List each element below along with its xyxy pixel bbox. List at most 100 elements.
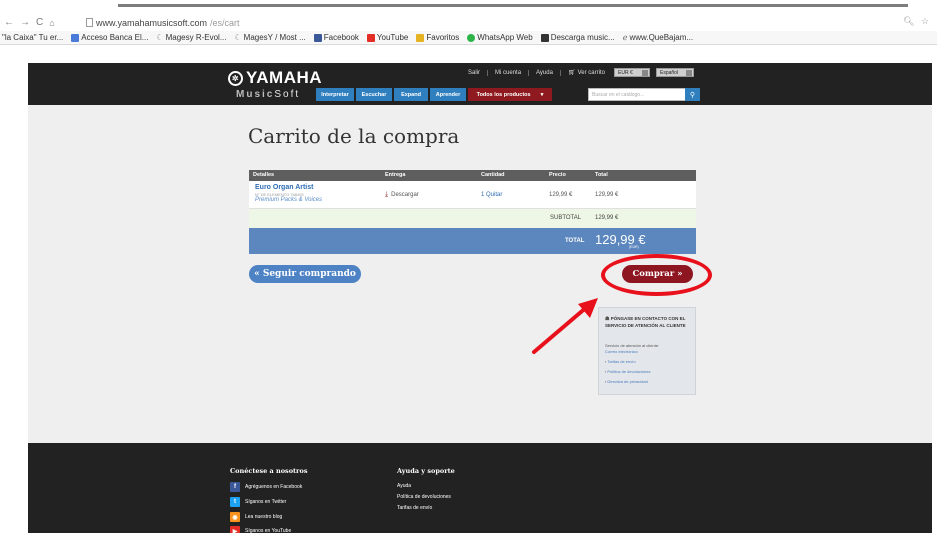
nav-todos-label: Todos los productos — [476, 91, 531, 98]
chevron-down-icon — [686, 70, 692, 76]
star-icon[interactable]: ☆ — [921, 16, 931, 26]
folder-icon — [416, 33, 425, 42]
bank-icon — [71, 33, 80, 42]
total-label: TOTAL — [565, 238, 585, 244]
quantity-remove-link[interactable]: 1 Quitar — [481, 192, 502, 198]
page-icon — [86, 18, 93, 27]
browser-actions: 🔍︎ ☆ — [903, 16, 931, 27]
chevron-down-icon — [642, 70, 648, 76]
nav-aprender[interactable]: Aprender — [430, 88, 466, 101]
bookmark-item[interactable]: Facebook — [313, 33, 359, 42]
bookmark-item[interactable]: ℯ www.QueBajam... — [623, 33, 693, 42]
salir-link[interactable]: Salir — [461, 69, 489, 76]
bookmark-item[interactable]: Descarga music... — [540, 33, 615, 42]
bookmark-label: MagesY / Most ... — [243, 33, 306, 42]
footer-returns-link[interactable]: Política de devoluciones — [397, 494, 451, 500]
magesy-icon: ☾ — [234, 33, 242, 42]
bookmark-item[interactable]: Acceso Banca El... — [71, 33, 148, 42]
bookmark-item[interactable]: Favoritos — [416, 33, 459, 42]
social-twitter[interactable]: t Síganos en Twitter — [230, 497, 286, 507]
url-field[interactable]: www.yamahamusicsoft.com/es/cart — [86, 18, 240, 28]
tab-line — [118, 4, 908, 7]
url-host: www.yamahamusicsoft.com — [96, 17, 208, 28]
nav-expand[interactable]: Expand — [394, 88, 428, 101]
browser-nav: ← → C ⌂ — [0, 17, 86, 28]
item-price: 129,99 € — [549, 192, 573, 198]
bookmark-item[interactable]: "la Caixa" Tu er... — [2, 33, 63, 42]
link-label: Política de devoluciones — [607, 369, 651, 374]
footer-shipping-link[interactable]: Tarifas de envío — [397, 505, 432, 511]
bookmarks-bar: "la Caixa" Tu er... Acceso Banca El... ☾… — [0, 31, 937, 45]
continue-shopping-button[interactable]: « Seguir comprando — [249, 265, 361, 283]
url-path: /es/cart — [210, 17, 240, 28]
bookmark-label: YouTube — [376, 33, 409, 42]
home-icon[interactable]: ⌂ — [49, 18, 54, 28]
privacy-policy-link[interactable]: ›Directiva de privacidad — [605, 379, 648, 384]
twitter-icon: t — [230, 497, 240, 507]
facebook-icon: f — [230, 482, 240, 492]
delivery-label: Descargar — [391, 192, 419, 198]
subtotal-row: SUBTOTAL 129,99 € — [249, 209, 696, 228]
yamaha-logo[interactable]: ✲ YAMAHA — [228, 68, 322, 88]
link-label: Tarifas de envío — [607, 359, 636, 364]
search-button[interactable]: ⚲ — [685, 88, 700, 101]
bookmark-label: Facebook — [323, 33, 359, 42]
tuning-fork-icon: ✲ — [228, 70, 243, 86]
bookmark-label: Magesy R-Evol... — [165, 33, 227, 42]
whatsapp-icon — [467, 33, 476, 42]
product-line-link[interactable]: Premium Packs & Voices — [255, 197, 322, 203]
search-input[interactable]: Buscar en el catálogo... — [588, 88, 700, 101]
forward-icon[interactable]: → — [20, 17, 30, 28]
total-currency: (EUR) — [629, 245, 639, 249]
musicsoft-logo[interactable]: MusicSoft — [236, 89, 300, 100]
bookmark-item[interactable]: ☾ Magesy R-Evol... — [156, 33, 226, 42]
bookmark-label: WhatsApp Web — [477, 33, 533, 42]
social-blog[interactable]: ◉ Lea nuestro blog — [230, 512, 282, 522]
email-link[interactable]: Correo electrónico — [605, 349, 638, 354]
bookmark-label: "la Caixa" Tu er... — [2, 33, 64, 42]
bottom-strip — [0, 533, 937, 543]
service-text: Servicio de atención al cliente: — [605, 343, 660, 348]
red-arrow-annotation — [532, 298, 598, 354]
currency-select[interactable]: EUR € — [614, 68, 650, 77]
link-icon: ℯ — [622, 33, 628, 42]
main-nav: Interpretar Escuchar Expand Aprender Tod… — [316, 88, 552, 101]
shipping-rates-link[interactable]: ›Tarifas de envío — [605, 359, 636, 364]
tab-strip — [0, 0, 937, 14]
bookmark-item[interactable]: ☾ MagesY / Most ... — [235, 33, 306, 42]
bookmark-item[interactable]: YouTube — [366, 33, 409, 42]
ver-carrito-label: Ver carrito — [577, 69, 605, 76]
reload-icon[interactable]: C — [36, 17, 43, 28]
help-title: Ayuda y soporte — [397, 467, 455, 475]
back-icon[interactable]: ← — [4, 17, 14, 28]
delivery-cell: ⤓ Descargar — [385, 191, 419, 199]
footer-help-link[interactable]: Ayuda — [397, 483, 411, 489]
ver-carrito-link[interactable]: 🛒︎ Ver carrito — [561, 69, 612, 77]
top-links: Salir Mi cuenta Ayuda 🛒︎ Ver carrito — [461, 69, 612, 76]
returns-policy-link[interactable]: ›Política de devoluciones — [605, 369, 650, 374]
cart-header: Detalles Entrega Cantidad Precio Total — [249, 170, 696, 181]
product-name-link[interactable]: Euro Organ Artist — [255, 184, 313, 191]
search-placeholder: Buscar en el catálogo... — [592, 91, 645, 98]
search-icon: ⚲ — [689, 91, 696, 99]
main-content — [28, 105, 932, 443]
zoom-icon[interactable]: 🔍︎ — [903, 16, 916, 26]
nav-todos-productos[interactable]: Todos los productos ▾ — [468, 88, 552, 101]
facebook-icon — [313, 33, 322, 42]
ayuda-link[interactable]: Ayuda — [529, 69, 561, 76]
logo-text: YAMAHA — [246, 68, 323, 87]
page-title: Carrito de la compra — [248, 124, 460, 148]
musicsoft-music: Music — [236, 89, 275, 100]
site-header: ✲ YAMAHA MusicSoft Salir Mi cuenta Ayuda… — [28, 63, 932, 105]
cart-table: Detalles Entrega Cantidad Precio Total E… — [249, 170, 696, 254]
bookmark-label: www.QueBajam... — [629, 33, 694, 42]
language-select[interactable]: Español — [656, 68, 694, 77]
item-total: 129,99 € — [595, 192, 619, 198]
download-icon: ⤓ — [385, 191, 389, 198]
magesy-icon: ☾ — [156, 33, 164, 42]
bookmark-item[interactable]: WhatsApp Web — [467, 33, 533, 42]
social-facebook[interactable]: f Agréguenos en Facebook — [230, 482, 302, 492]
nav-escuchar[interactable]: Escuchar — [356, 88, 392, 101]
mi-cuenta-link[interactable]: Mi cuenta — [488, 69, 530, 76]
nav-interpretar[interactable]: Interpretar — [316, 88, 354, 101]
